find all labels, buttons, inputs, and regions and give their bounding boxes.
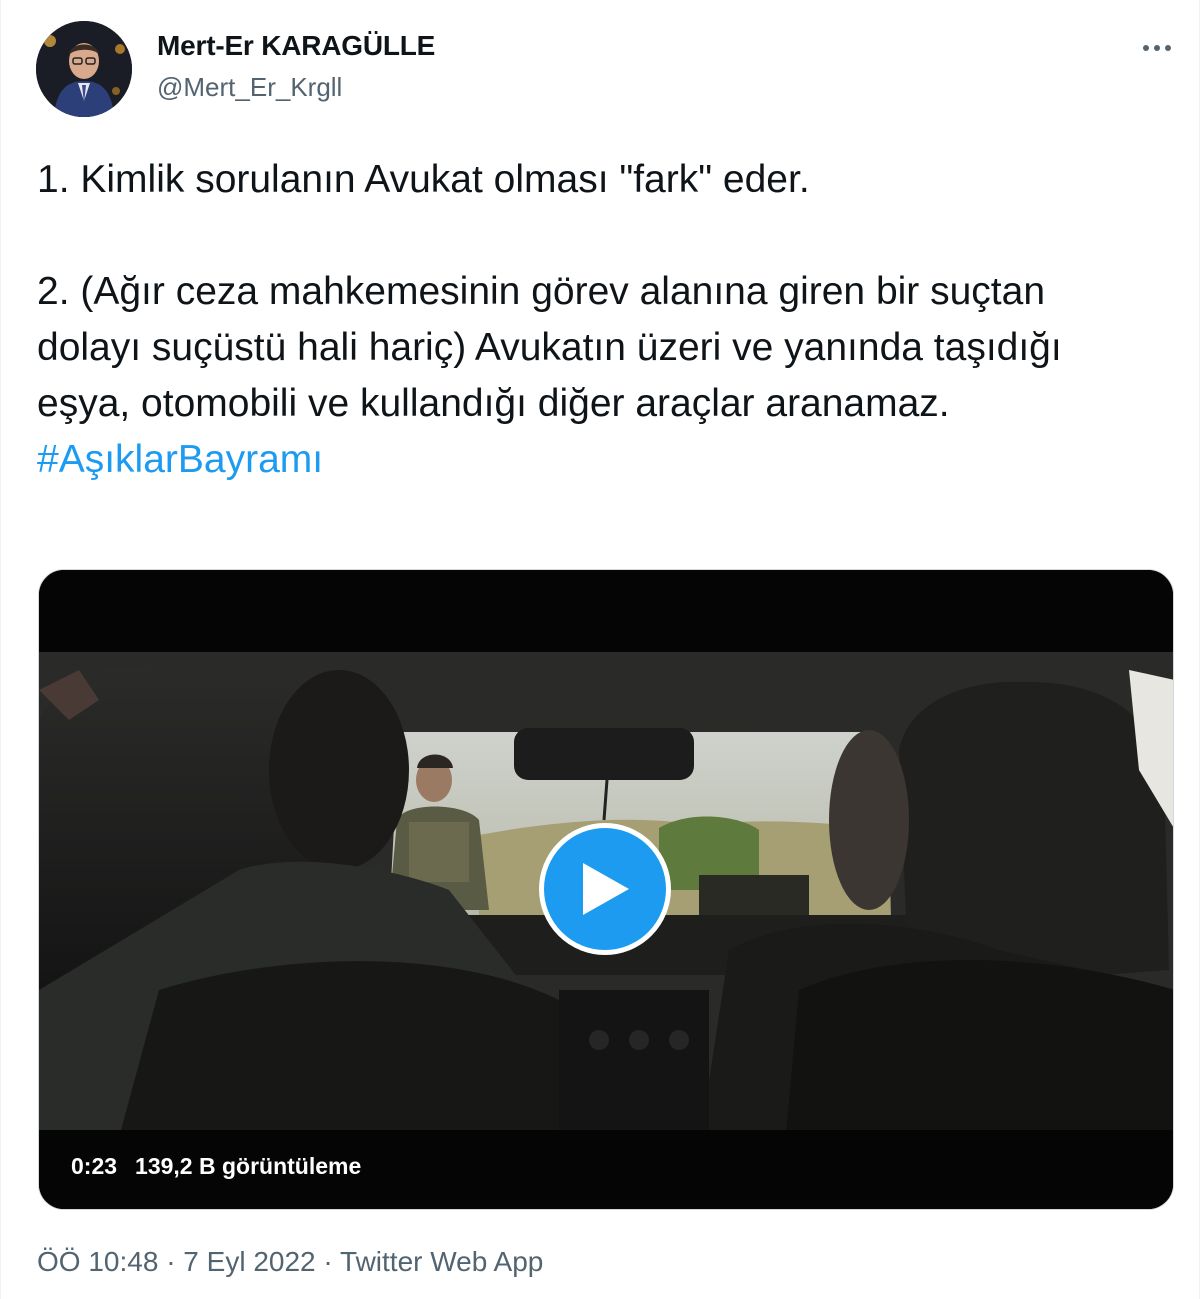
tweet-source[interactable]: Twitter Web App	[340, 1246, 543, 1277]
author-handle[interactable]: @Mert_Er_Krgll	[157, 72, 342, 103]
play-button[interactable]	[539, 823, 671, 955]
tweet-card: Mert-Er KARAGÜLLE @Mert_Er_Krgll 1. Kiml…	[0, 0, 1200, 1299]
more-horizontal-icon	[1141, 45, 1174, 51]
author-display-name[interactable]: Mert-Er KARAGÜLLE	[157, 30, 435, 62]
video-meta: 0:23 139,2 B görüntüleme	[71, 1153, 361, 1180]
play-icon	[583, 863, 629, 915]
tweet-date[interactable]: 7 Eyl 2022	[183, 1246, 315, 1277]
separator: ·	[323, 1246, 333, 1277]
separator: ·	[166, 1246, 176, 1277]
tweet-text-line2: 2. (Ağır ceza mahkemesinin görev alanına…	[37, 270, 1062, 425]
video-duration: 0:23	[71, 1153, 118, 1179]
tweet-metadata: ÖÖ 10:48 · 7 Eyl 2022 · Twitter Web App	[37, 1246, 543, 1278]
video-player[interactable]: 0:23 139,2 B görüntüleme	[38, 569, 1174, 1210]
video-view-count: 139,2 B görüntüleme	[135, 1153, 362, 1179]
tweet-text-line1: 1. Kimlik sorulanın Avukat olması "fark"…	[37, 158, 810, 201]
more-options-button[interactable]	[1135, 30, 1179, 66]
tweet-time[interactable]: ÖÖ 10:48	[37, 1246, 158, 1277]
tweet-text: 1. Kimlik sorulanın Avukat olması "fark"…	[37, 152, 1147, 488]
avatar[interactable]	[36, 21, 132, 117]
hashtag-link[interactable]: #AşıklarBayramı	[37, 438, 323, 481]
avatar-image	[36, 21, 132, 117]
